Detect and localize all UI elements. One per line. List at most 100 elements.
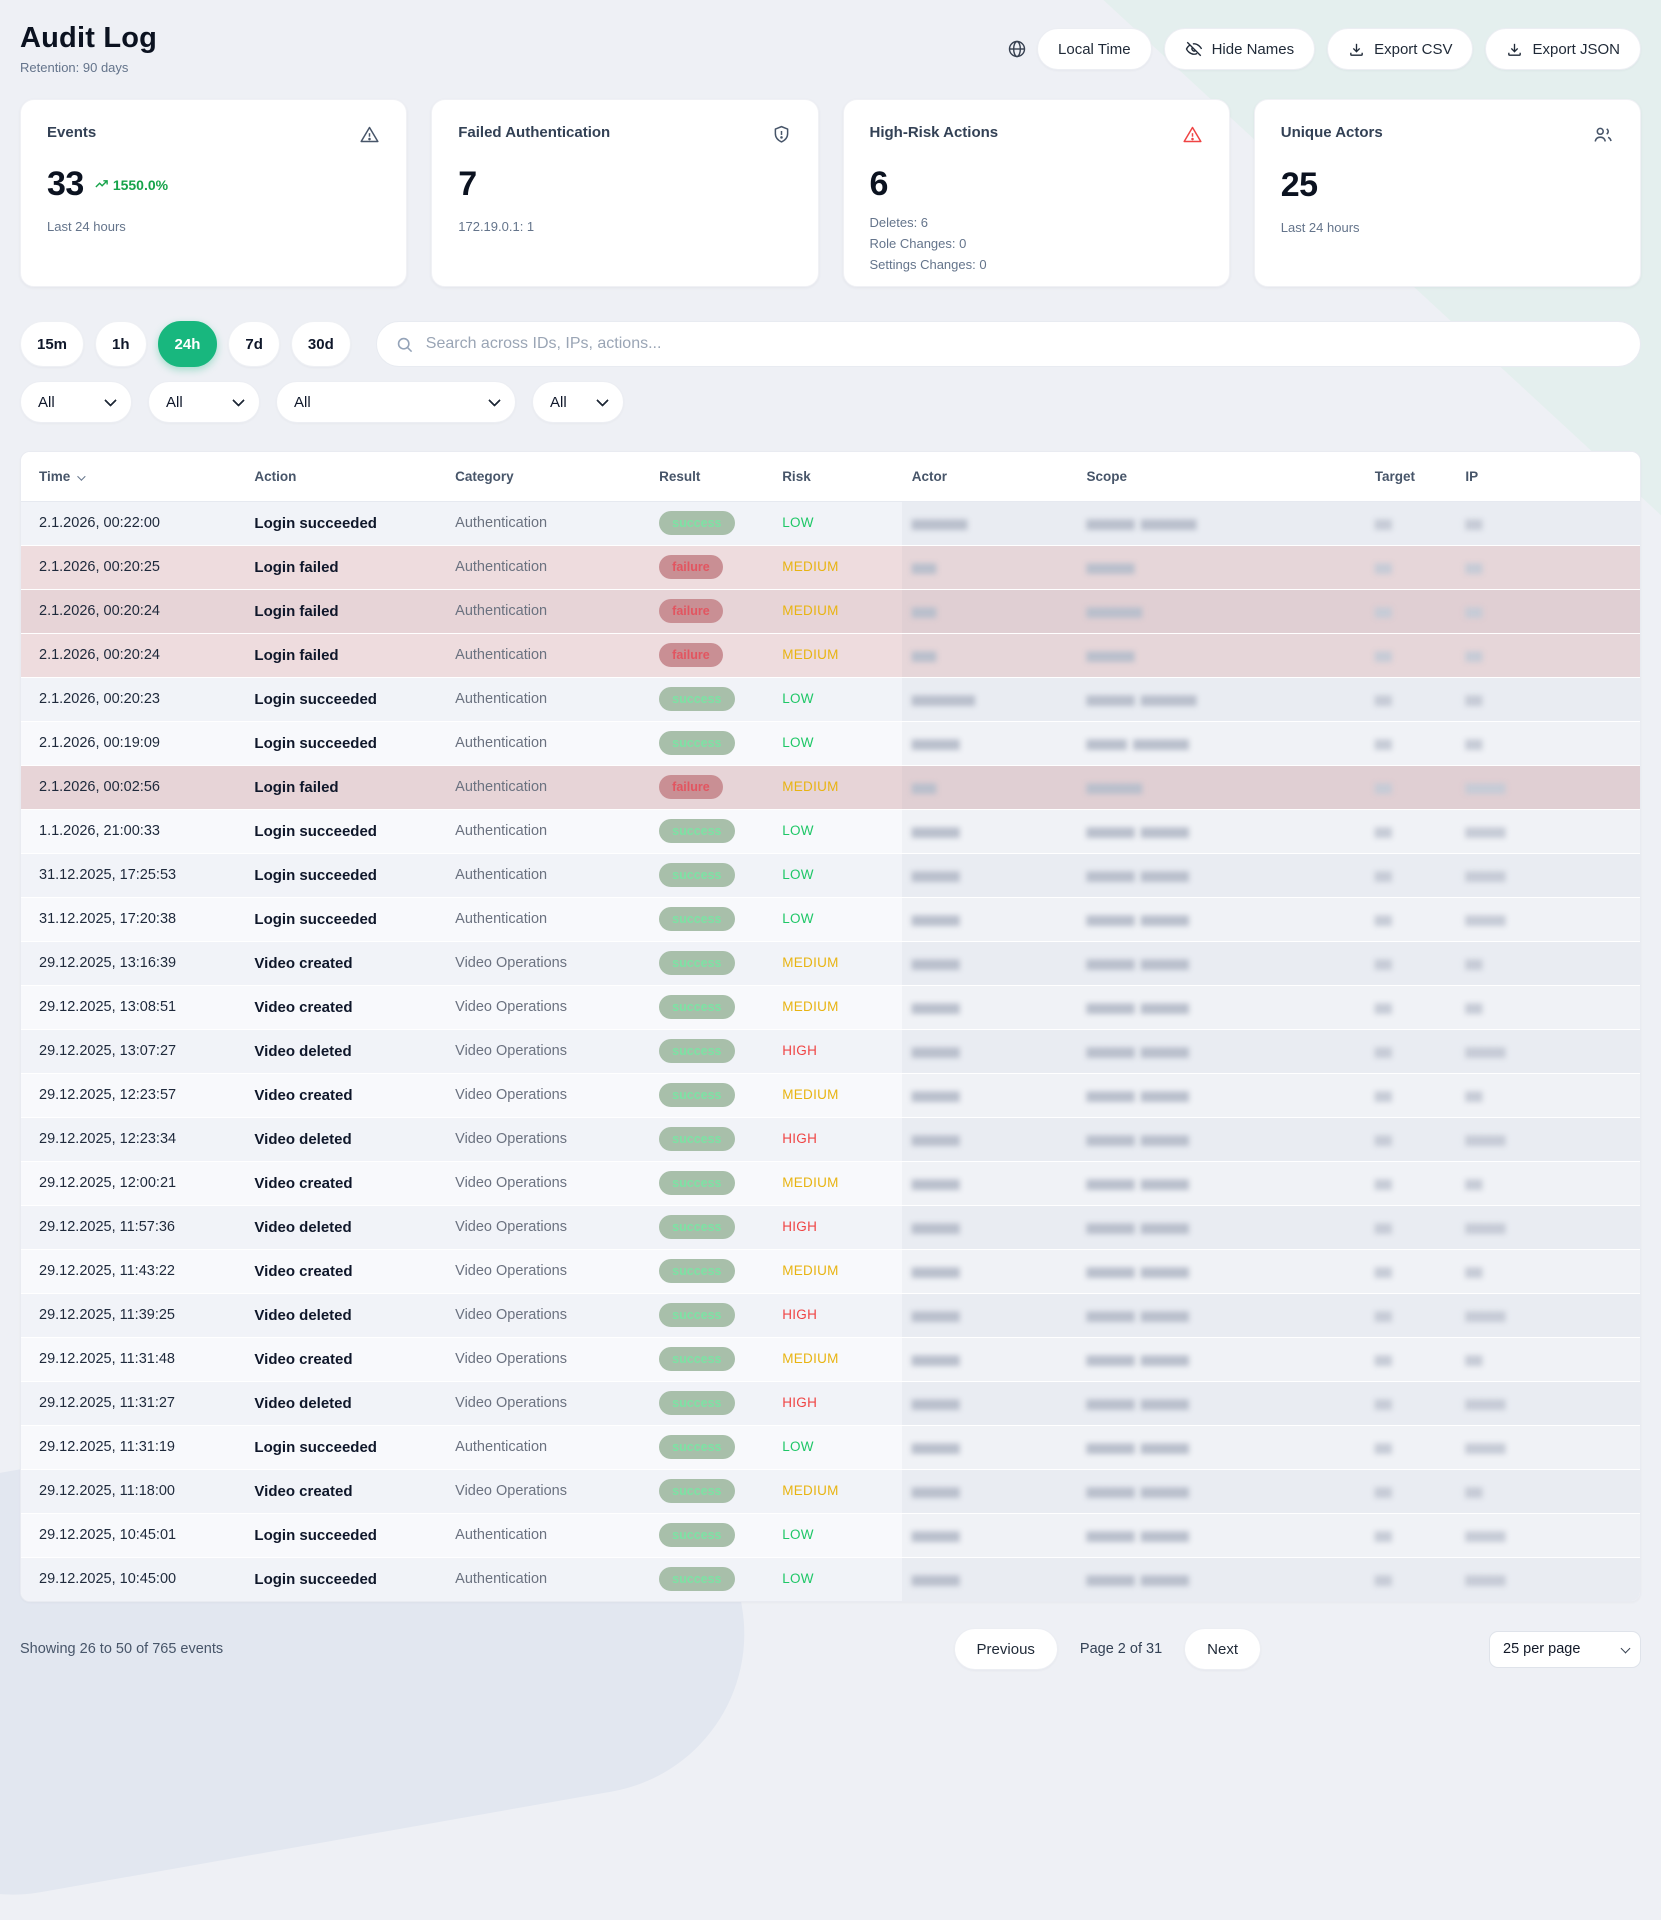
cell-ip: ▆▆▆▆▆ xyxy=(1455,765,1640,809)
table-row[interactable]: 29.12.2025, 10:45:01Login succeededAuthe… xyxy=(21,1513,1640,1557)
risk-label: LOW xyxy=(782,735,814,750)
table-row[interactable]: 2.1.2026, 00:20:25Login failedAuthentica… xyxy=(21,545,1640,589)
table-row[interactable]: 2.1.2026, 00:20:24Login failedAuthentica… xyxy=(21,589,1640,633)
time-range-pill-24h[interactable]: 24h xyxy=(158,321,218,367)
filter-select-2[interactable]: All xyxy=(148,381,260,423)
cell-target: ▆▆ xyxy=(1365,1381,1456,1425)
redacted-text: ▆▆▆▆▆▆ xyxy=(912,1133,958,1145)
redacted-text: ▆▆▆▆▆ xyxy=(1465,825,1504,837)
redacted-text: ▆▆▆▆▆ xyxy=(1465,781,1504,793)
table-row[interactable]: 29.12.2025, 11:31:27Video deletedVideo O… xyxy=(21,1381,1640,1425)
cell-category: Authentication xyxy=(445,721,649,765)
cell-category: Authentication xyxy=(445,853,649,897)
cell-target: ▆▆ xyxy=(1365,677,1456,721)
cell-category: Authentication xyxy=(445,897,649,941)
table-row[interactable]: 29.12.2025, 12:23:57Video createdVideo O… xyxy=(21,1073,1640,1117)
redacted-text: ▆▆ xyxy=(1375,605,1390,617)
table-row[interactable]: 2.1.2026, 00:20:23Login succeededAuthent… xyxy=(21,677,1640,721)
redacted-text: ▆▆ xyxy=(1375,1309,1390,1321)
table-row[interactable]: 29.12.2025, 11:43:22Video createdVideo O… xyxy=(21,1249,1640,1293)
table-row[interactable]: 29.12.2025, 11:31:19Login succeededAuthe… xyxy=(21,1425,1640,1469)
table-row[interactable]: 29.12.2025, 13:07:27Video deletedVideo O… xyxy=(21,1029,1640,1073)
download-icon xyxy=(1348,41,1365,58)
cell-actor: ▆▆▆ xyxy=(902,633,1077,677)
cell-actor: ▆▆▆▆▆▆ xyxy=(902,1205,1077,1249)
redacted-text: ▆▆▆ xyxy=(912,561,935,573)
cell-action: Login succeeded xyxy=(244,501,445,545)
users-icon xyxy=(1592,124,1614,146)
cell-target: ▆▆ xyxy=(1365,1029,1456,1073)
next-page-button[interactable]: Next xyxy=(1184,1628,1261,1670)
time-range-pill-7d[interactable]: 7d xyxy=(228,321,280,367)
risk-label: MEDIUM xyxy=(782,1087,839,1102)
cell-action: Login succeeded xyxy=(244,809,445,853)
cell-result: success xyxy=(649,853,772,897)
cell-ip: ▆▆▆▆▆ xyxy=(1455,1117,1640,1161)
hide-names-button[interactable]: Hide Names xyxy=(1164,28,1316,70)
cell-result: success xyxy=(649,985,772,1029)
filter-select-3[interactable]: All xyxy=(276,381,516,423)
cell-risk: LOW xyxy=(772,1425,902,1469)
table-row[interactable]: 29.12.2025, 11:39:25Video deletedVideo O… xyxy=(21,1293,1640,1337)
redacted-text: ▆▆ xyxy=(1375,1529,1390,1541)
time-range-pill-1h[interactable]: 1h xyxy=(95,321,147,367)
globe-icon xyxy=(1007,39,1027,59)
table-row[interactable]: 29.12.2025, 11:18:00Video createdVideo O… xyxy=(21,1469,1640,1513)
risk-label: LOW xyxy=(782,867,814,882)
redacted-text: ▆▆▆▆▆▆▆▆▆▆▆▆ xyxy=(1087,1265,1188,1277)
redacted-text: ▆▆▆▆▆▆▆▆▆▆▆▆ xyxy=(1087,1353,1188,1365)
search-input[interactable] xyxy=(426,335,1622,353)
table-row[interactable]: 31.12.2025, 17:20:38Login succeededAuthe… xyxy=(21,897,1640,941)
risk-label: LOW xyxy=(782,1571,814,1586)
cell-category: Video Operations xyxy=(445,1205,649,1249)
local-time-button[interactable]: Local Time xyxy=(1037,28,1152,70)
per-page-select[interactable]: 25 per page xyxy=(1489,1631,1641,1668)
search-bar xyxy=(376,321,1641,367)
table-row[interactable]: 29.12.2025, 10:45:00Login succeededAuthe… xyxy=(21,1557,1640,1601)
filter-select-4[interactable]: All xyxy=(532,381,624,423)
export-csv-button[interactable]: Export CSV xyxy=(1327,28,1473,70)
table-row[interactable]: 2.1.2026, 00:02:56Login failedAuthentica… xyxy=(21,765,1640,809)
table-row[interactable]: 2.1.2026, 00:22:00Login succeededAuthent… xyxy=(21,501,1640,545)
cell-scope: ▆▆▆▆▆▆▆▆▆▆▆▆ xyxy=(1077,1293,1365,1337)
export-json-label: Export JSON xyxy=(1532,41,1620,58)
time-range-pill-15m[interactable]: 15m xyxy=(20,321,84,367)
export-json-button[interactable]: Export JSON xyxy=(1485,28,1641,70)
unique-actors-count: 25 xyxy=(1281,166,1318,205)
cell-ip: ▆▆ xyxy=(1455,721,1640,765)
result-badge: success xyxy=(659,1435,734,1459)
table-row[interactable]: 29.12.2025, 11:57:36Video deletedVideo O… xyxy=(21,1205,1640,1249)
risk-label: LOW xyxy=(782,823,814,838)
table-row[interactable]: 29.12.2025, 12:00:21Video createdVideo O… xyxy=(21,1161,1640,1205)
table-row[interactable]: 29.12.2025, 12:23:34Video deletedVideo O… xyxy=(21,1117,1640,1161)
cell-risk: MEDIUM xyxy=(772,941,902,985)
pager: Previous Page 2 of 31 Next xyxy=(954,1628,1261,1670)
unique-actors-sub: Last 24 hours xyxy=(1281,219,1614,238)
redacted-text: ▆▆▆▆▆▆ xyxy=(912,1353,958,1365)
redacted-text: ▆▆ xyxy=(1465,1353,1480,1365)
redacted-text: ▆▆▆▆▆▆ xyxy=(1087,561,1133,573)
audit-log-page: Audit Log Retention: 90 days Local Time xyxy=(0,0,1661,1706)
table-row[interactable]: 1.1.2026, 21:00:33Login succeededAuthent… xyxy=(21,809,1640,853)
table-row[interactable]: 29.12.2025, 11:31:48Video createdVideo O… xyxy=(21,1337,1640,1381)
result-badge: failure xyxy=(659,643,723,667)
sort-desc-icon xyxy=(77,472,85,480)
table-row[interactable]: 31.12.2025, 17:25:53Login succeededAuthe… xyxy=(21,853,1640,897)
table-row[interactable]: 2.1.2026, 00:19:09Login succeededAuthent… xyxy=(21,721,1640,765)
cell-target: ▆▆ xyxy=(1365,853,1456,897)
filter-select-1[interactable]: All xyxy=(20,381,132,423)
cell-risk: HIGH xyxy=(772,1381,902,1425)
table-row[interactable]: 29.12.2025, 13:08:51Video createdVideo O… xyxy=(21,985,1640,1029)
redacted-text: ▆▆▆▆▆▆▆▆▆▆▆▆▆ xyxy=(1087,517,1195,529)
result-badge: success xyxy=(659,1083,734,1107)
previous-page-button[interactable]: Previous xyxy=(954,1628,1058,1670)
table-row[interactable]: 2.1.2026, 00:20:24Login failedAuthentica… xyxy=(21,633,1640,677)
events-card: Events 33 1550.0% Las xyxy=(20,99,407,287)
time-range-pill-30d[interactable]: 30d xyxy=(291,321,351,367)
cell-actor: ▆▆▆▆▆▆ xyxy=(902,1117,1077,1161)
column-header-time[interactable]: Time xyxy=(21,452,244,501)
cell-result: success xyxy=(649,677,772,721)
table-row[interactable]: 29.12.2025, 13:16:39Video createdVideo O… xyxy=(21,941,1640,985)
cell-actor: ▆▆▆ xyxy=(902,545,1077,589)
failed-auth-count: 7 xyxy=(458,165,476,204)
